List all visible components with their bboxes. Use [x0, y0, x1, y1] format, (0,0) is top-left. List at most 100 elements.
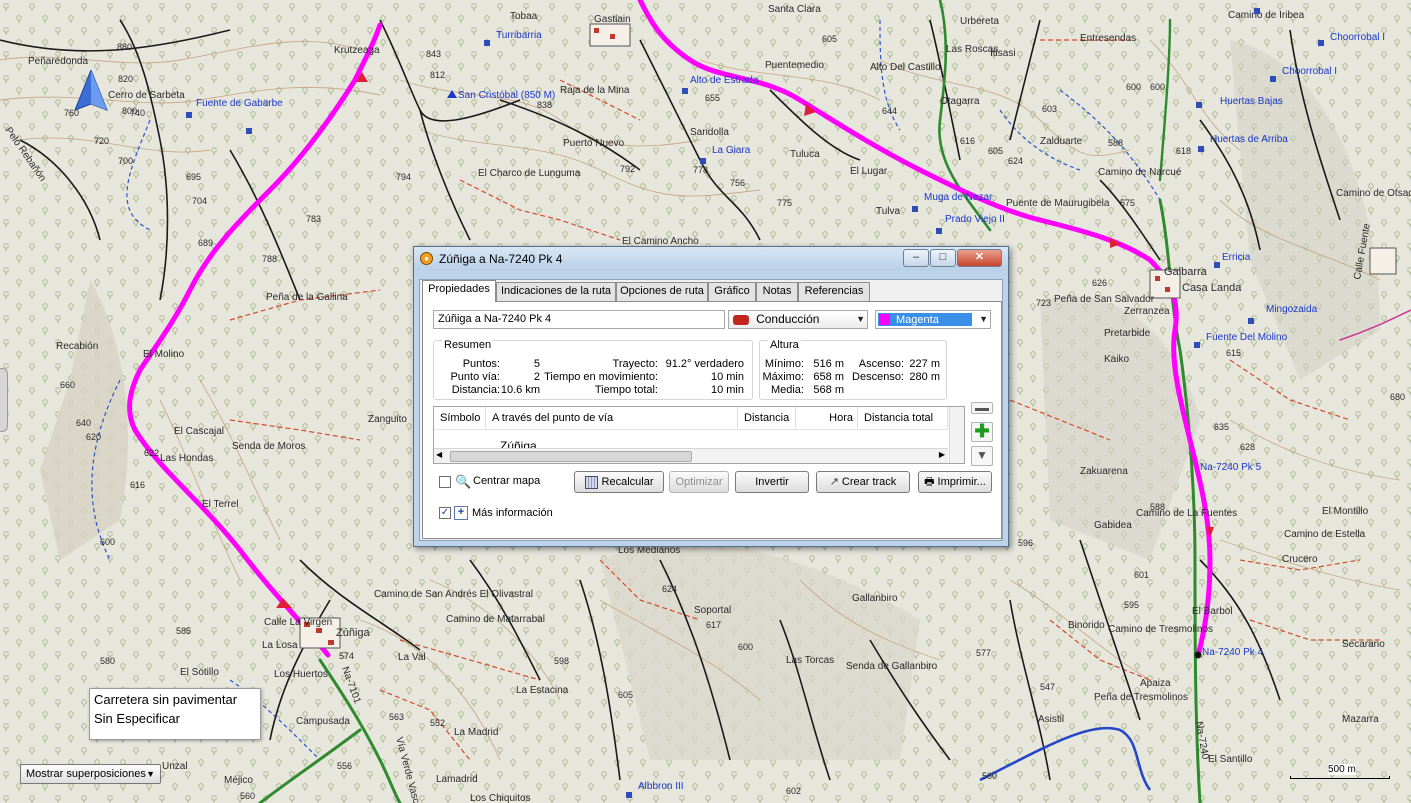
move-down-button[interactable]: ▼ [971, 446, 993, 466]
svg-text:695: 695 [186, 172, 201, 182]
svg-text:602: 602 [786, 786, 801, 796]
svg-text:704: 704 [192, 196, 207, 206]
svg-text:588: 588 [1108, 138, 1123, 148]
add-waypoint-button[interactable]: ✚ [971, 422, 993, 442]
svg-text:660: 660 [60, 380, 75, 390]
invert-button[interactable]: Invertir [735, 471, 809, 493]
expand-plus-icon: + [454, 506, 468, 520]
column-header-via[interactable]: A través del punto de vía [486, 407, 738, 429]
svg-text:Erricia: Erricia [1222, 252, 1251, 263]
svg-text:Campusada: Campusada [296, 716, 350, 727]
color-selected: Magenta [878, 312, 972, 326]
maximize-button[interactable]: □ [930, 249, 956, 267]
svg-text:Casa Landa: Casa Landa [1182, 282, 1242, 294]
window-titlebar[interactable]: ● Zúñiga a Na-7240 Pk 4 – □ ✕ [414, 247, 1008, 271]
svg-text:843: 843 [426, 49, 441, 59]
svg-text:Peñaredonda: Peñaredonda [28, 56, 88, 67]
scrollbar-thumb[interactable] [450, 451, 692, 462]
create-track-label: Crear track [841, 476, 897, 488]
svg-text:720: 720 [94, 136, 109, 146]
svg-text:Unzal: Unzal [162, 761, 188, 772]
triangle-down-icon: ▼ [976, 448, 988, 462]
svg-text:Zalduarte: Zalduarte [1040, 136, 1083, 147]
column-header-total-distance[interactable]: Distancia total [858, 407, 948, 429]
avg-label: Media: [770, 384, 804, 396]
svg-text:Zanguito: Zanguito [368, 414, 407, 425]
waypoints-table[interactable]: Símbolo A través del punto de vía Distan… [433, 406, 965, 464]
svg-text:Zúñiga: Zúñiga [336, 627, 371, 639]
horizontal-scrollbar[interactable]: ◀ ▶ [434, 448, 948, 463]
svg-text:644: 644 [882, 106, 897, 116]
svg-text:Peña de Tresmolinos: Peña de Tresmolinos [1094, 692, 1188, 703]
svg-text:Turribarria: Turribarria [496, 30, 542, 41]
scale-bar: 500 m [1290, 764, 1390, 780]
svg-text:880: 880 [117, 42, 132, 52]
svg-text:783: 783 [306, 214, 321, 224]
color-dropdown[interactable]: Magenta ▼ [875, 310, 991, 329]
tab-route-options[interactable]: Opciones de ruta [616, 282, 708, 301]
max-value: 658 m [813, 371, 844, 383]
svg-text:Puerto Nuevo: Puerto Nuevo [563, 138, 625, 149]
svg-text:600: 600 [1150, 82, 1165, 92]
svg-text:680: 680 [1390, 392, 1405, 402]
svg-text:Los Huertos: Los Huertos [274, 669, 328, 680]
center-map-label: Centrar mapa [473, 475, 541, 487]
svg-text:596: 596 [1018, 538, 1033, 548]
overlays-dropdown[interactable]: Mostrar superposiciones ▼ [20, 764, 161, 784]
print-label: Imprimir... [937, 476, 986, 488]
svg-text:560: 560 [982, 771, 997, 781]
svg-text:788: 788 [262, 254, 277, 264]
recalculate-button[interactable]: Recalcular [574, 471, 664, 493]
tab-notes[interactable]: Notas [756, 282, 798, 301]
svg-text:Alto Del Castillo: Alto Del Castillo [870, 62, 941, 73]
tab-references[interactable]: Referencias [798, 282, 870, 301]
svg-text:740: 740 [130, 108, 145, 118]
optimize-button[interactable]: Optimizar [669, 471, 729, 493]
svg-text:601: 601 [1134, 570, 1149, 580]
column-header-time[interactable]: Hora [796, 407, 858, 429]
svg-text:Camino de San Andrés El Olivas: Camino de San Andrés El Olivastral [374, 589, 533, 600]
tab-route-directions[interactable]: Indicaciones de la ruta [496, 282, 616, 301]
tab-graph[interactable]: Gráfico [708, 282, 756, 301]
svg-text:615: 615 [1226, 348, 1241, 358]
svg-text:Choorrobal I: Choorrobal I [1282, 66, 1337, 77]
svg-text:Krutzeaga: Krutzeaga [334, 45, 380, 56]
points-label: Puntos: [462, 358, 500, 370]
svg-text:792: 792 [620, 164, 635, 174]
create-track-button[interactable]: ↗ Crear track [816, 471, 910, 493]
svg-text:626: 626 [1092, 278, 1107, 288]
svg-text:577: 577 [976, 648, 991, 658]
column-header-distance[interactable]: Distancia [738, 407, 796, 429]
print-button[interactable]: 🖶 Imprimir... [918, 471, 992, 493]
summary-title: Resumen [442, 339, 494, 351]
scale-label: 500 m [1328, 764, 1356, 775]
svg-text:Muga de Nazar: Muga de Nazar [924, 192, 993, 203]
column-header-symbol[interactable]: Símbolo [434, 407, 486, 429]
minimize-button[interactable]: – [903, 249, 929, 267]
svg-text:Prado Viejo II: Prado Viejo II [945, 214, 1005, 225]
center-map-checkbox[interactable] [439, 476, 451, 488]
panel-collapse-handle[interactable] [0, 368, 8, 432]
altitude-group: Altura Mínimo: 516 m Máximo: 658 m Media… [759, 339, 947, 400]
svg-text:Tuluca: Tuluca [790, 149, 820, 160]
route-properties-window[interactable]: ● Zúñiga a Na-7240 Pk 4 – □ ✕ Propiedade… [413, 246, 1009, 547]
svg-text:Asistil: Asistil [1038, 714, 1064, 725]
vertical-scrollbar[interactable] [949, 407, 964, 463]
ascent-value: 227 m [909, 358, 940, 370]
svg-text:600: 600 [1126, 82, 1141, 92]
mode-dropdown[interactable]: Conducción ▼ [728, 310, 868, 329]
remove-waypoint-button[interactable] [971, 402, 993, 414]
svg-text:575: 575 [1120, 198, 1135, 208]
tab-properties[interactable]: Propiedades [422, 280, 496, 302]
ascent-label: Ascenso: [858, 358, 904, 370]
descent-label: Descenso: [852, 371, 904, 383]
more-info-checkbox[interactable]: ✓ [439, 507, 451, 519]
svg-text:Lamadrid: Lamadrid [436, 774, 478, 785]
svg-text:Fuente Del Molino: Fuente Del Molino [1206, 332, 1288, 343]
close-button[interactable]: ✕ [957, 249, 1002, 267]
svg-text:624: 624 [662, 584, 677, 594]
route-name-input[interactable]: Zúñiga a Na-7240 Pk 4 [433, 310, 725, 329]
svg-text:756: 756 [730, 178, 745, 188]
north-arrow-icon [74, 70, 108, 111]
svg-text:Puentemedio: Puentemedio [765, 60, 824, 71]
